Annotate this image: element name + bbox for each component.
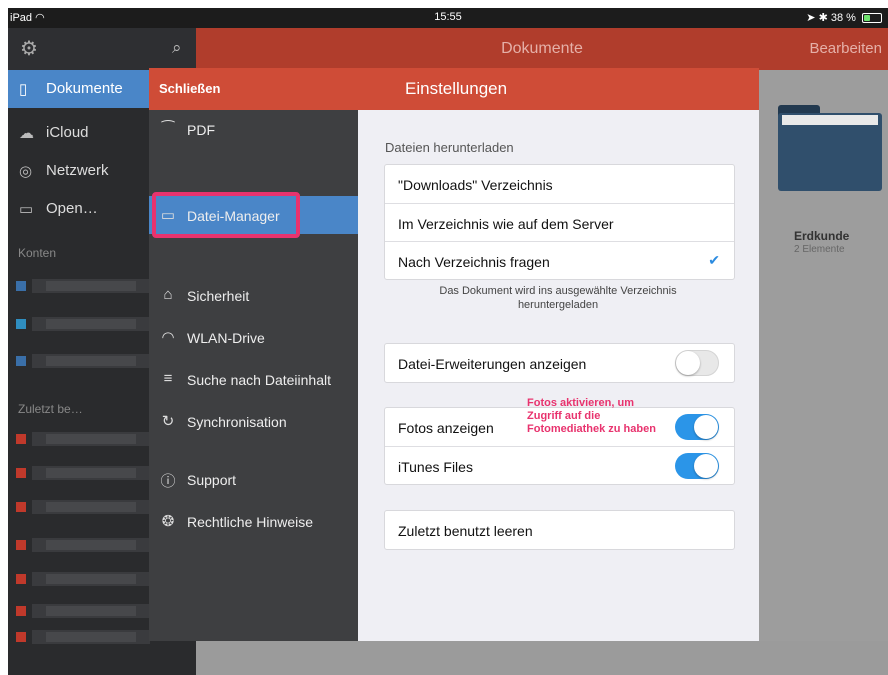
- sidebar-item-label: Netzwerk: [46, 162, 109, 179]
- status-right: ➤ ✱ 38 %: [806, 11, 882, 24]
- settings-modal: Schließen Einstellungen ⁀ PDF ▭ Datei-Ma…: [149, 68, 759, 641]
- close-button[interactable]: Schließen: [159, 81, 220, 96]
- account-row[interactable]: [16, 311, 150, 337]
- option-downloads-dir[interactable]: "Downloads" Verzeichnis: [385, 165, 734, 203]
- battery-icon: [862, 13, 882, 24]
- clear-recent-label: Zuletzt benutzt leeren: [398, 523, 533, 539]
- location-icon: ➤: [806, 12, 816, 24]
- menu-item-suche[interactable]: ≡ Suche nach Dateiinhalt: [149, 360, 358, 400]
- menu-item-label: Sicherheit: [187, 288, 250, 304]
- clear-recent-group: Zuletzt benutzt leeren: [384, 510, 735, 550]
- photos-toggle[interactable]: [675, 414, 719, 440]
- extensions-group: Datei-Erweiterungen anzeigen: [384, 343, 735, 383]
- help-icon: ⓘ: [160, 473, 176, 490]
- page-title: Dokumente: [501, 40, 583, 57]
- search-icon[interactable]: ⌕: [172, 38, 182, 58]
- documents-toolbar: ⌕ Dokumente Bearbeiten: [172, 28, 888, 70]
- recent-row[interactable]: [16, 494, 150, 520]
- lock-icon: ⌂: [163, 286, 173, 303]
- sidebar-item-label: Open…: [46, 200, 98, 217]
- cloud-icon: ☁: [19, 125, 34, 142]
- photos-label: Fotos anzeigen: [398, 420, 494, 436]
- status-bar: iPad ◠ 15:55 ➤ ✱ 38 %: [8, 8, 888, 28]
- recent-header: Zuletzt be…: [18, 402, 83, 416]
- menu-item-label: Synchronisation: [187, 414, 287, 430]
- menu-item-label: WLAN-Drive: [187, 330, 265, 346]
- recent-row[interactable]: [16, 532, 150, 558]
- download-note: Das Dokument wird ins ausgewählte Verzei…: [439, 285, 677, 311]
- account-row[interactable]: [16, 348, 150, 374]
- sidebar-toolbar: ⚙: [8, 28, 196, 70]
- ipad-screen: iPad ◠ 15:55 ➤ ✱ 38 % ⚙ ▯ Dokumente ☁ iC…: [8, 8, 888, 675]
- accounts-header: Konten: [18, 246, 57, 260]
- option-label: "Downloads" Verzeichnis: [398, 177, 553, 193]
- menu-item-synchronisation[interactable]: ↻ Synchronisation: [149, 402, 358, 442]
- menu-item-label: Suche nach Dateiinhalt: [187, 372, 331, 388]
- itunes-label: iTunes Files: [398, 459, 473, 475]
- option-ask-dir[interactable]: Nach Verzeichnis fragen ✔: [385, 241, 734, 280]
- clear-recent-button[interactable]: Zuletzt benutzt leeren: [385, 511, 734, 549]
- recent-row[interactable]: [16, 566, 150, 592]
- wifi-icon: ◠: [161, 329, 175, 346]
- folder-count: 2 Elemente: [794, 244, 845, 255]
- settings-detail: Dateien herunterladen "Downloads" Verzei…: [358, 110, 759, 641]
- recent-row[interactable]: [16, 426, 150, 452]
- option-label: Im Verzeichnis wie auf dem Server: [398, 216, 614, 232]
- sidebar-item-label: iCloud: [46, 124, 89, 141]
- menu-item-label: PDF: [187, 122, 215, 138]
- itunes-row: iTunes Files: [385, 446, 734, 485]
- pdf-icon: ⁀: [161, 121, 175, 138]
- menu-item-support[interactable]: ⓘ Support: [149, 460, 358, 500]
- badge-icon: ❂: [161, 513, 175, 530]
- menu-item-sicherheit[interactable]: ⌂ Sicherheit: [149, 276, 358, 316]
- modal-title: Einstellungen: [405, 79, 508, 98]
- bluetooth-icon: ✱: [818, 12, 828, 24]
- menu-item-label: Support: [187, 472, 237, 488]
- itunes-toggle[interactable]: [675, 453, 719, 479]
- folder-icon: ▭: [19, 201, 34, 218]
- sidebar-item-label: Dokumente: [46, 80, 123, 97]
- folder-name: Erdkunde: [794, 229, 850, 243]
- highlight-frame: [152, 192, 300, 238]
- checkmark-icon: ✔: [708, 252, 720, 268]
- download-options-group: "Downloads" Verzeichnis Im Verzeichnis w…: [384, 164, 735, 280]
- battery-level: [864, 15, 871, 22]
- settings-menu: ⁀ PDF ▭ Datei-Manager ⌂ Sicherheit ◠ WLA…: [149, 110, 358, 641]
- extensions-row: Datei-Erweiterungen anzeigen: [385, 344, 734, 382]
- bottom-area: [196, 641, 888, 675]
- battery-text: 38 %: [830, 12, 856, 24]
- document-icon: ▯: [19, 81, 28, 98]
- menu-item-pdf[interactable]: ⁀ PDF: [149, 110, 358, 150]
- recent-row[interactable]: [16, 624, 150, 650]
- recent-row[interactable]: [16, 598, 150, 624]
- annotation-text: Fotos aktivieren, um Zugriff auf die Fot…: [527, 397, 656, 435]
- edit-button[interactable]: Bearbeiten: [809, 40, 882, 57]
- option-server-dir[interactable]: Im Verzeichnis wie auf dem Server: [385, 203, 734, 242]
- account-row[interactable]: [16, 273, 150, 299]
- recent-row[interactable]: [16, 460, 150, 486]
- gear-icon[interactable]: ⚙: [20, 36, 38, 61]
- modal-header: Schließen Einstellungen: [149, 68, 759, 110]
- sync-icon: ↻: [161, 413, 175, 430]
- folder-icon[interactable]: [778, 105, 882, 191]
- network-icon: ◎: [19, 163, 33, 180]
- menu-item-wlan-drive[interactable]: ◠ WLAN-Drive: [149, 318, 358, 358]
- extensions-label: Datei-Erweiterungen anzeigen: [398, 356, 587, 372]
- search-content-icon: ≡: [163, 370, 173, 387]
- section-download-header: Dateien herunterladen: [385, 140, 514, 155]
- extensions-toggle[interactable]: [675, 350, 719, 376]
- clock: 15:55: [434, 11, 462, 23]
- menu-item-label: Rechtliche Hinweise: [187, 514, 314, 530]
- option-label: Nach Verzeichnis fragen: [398, 254, 550, 270]
- menu-item-rechtliche-hinweise[interactable]: ❂ Rechtliche Hinweise: [149, 502, 358, 542]
